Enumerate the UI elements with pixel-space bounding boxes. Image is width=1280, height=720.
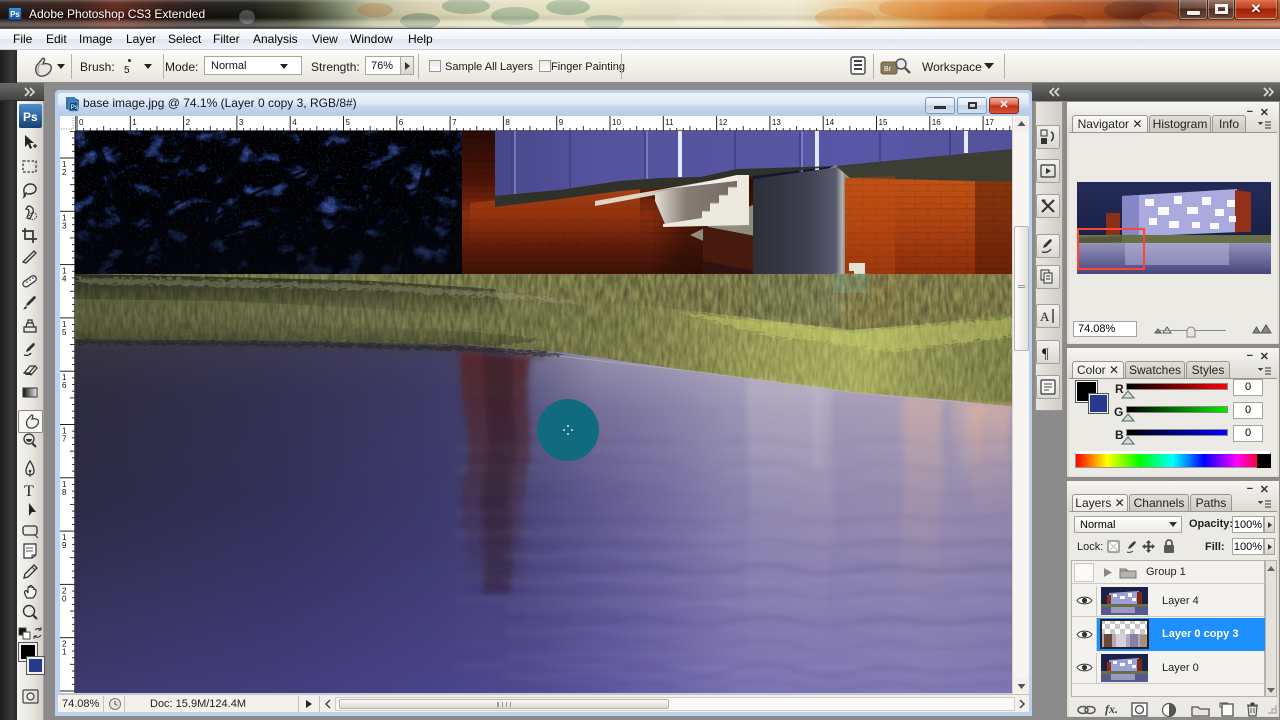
svg-text:4: 4: [62, 275, 67, 284]
svg-text:5: 5: [346, 118, 351, 127]
svg-text:5: 5: [62, 328, 67, 337]
svg-text:8: 8: [62, 488, 67, 497]
svg-text:15: 15: [879, 118, 888, 127]
svg-text:12: 12: [719, 118, 728, 127]
svg-text:A: A: [1040, 309, 1050, 324]
svg-text:8: 8: [505, 118, 510, 127]
svg-text:10: 10: [612, 118, 621, 127]
svg-text:7: 7: [452, 118, 457, 127]
svg-text:9: 9: [559, 118, 564, 127]
svg-text:¶: ¶: [1042, 346, 1049, 362]
svg-text:4: 4: [292, 118, 297, 127]
svg-text:3: 3: [239, 118, 244, 127]
svg-text:13: 13: [772, 118, 781, 127]
svg-text:9: 9: [62, 541, 67, 550]
svg-text:14: 14: [825, 118, 834, 127]
svg-text:6: 6: [62, 381, 67, 390]
svg-text:6: 6: [399, 118, 404, 127]
svg-text:1: 1: [132, 118, 137, 127]
svg-text:Ps: Ps: [23, 110, 38, 124]
svg-text:17: 17: [985, 118, 994, 127]
svg-text:16: 16: [932, 118, 941, 127]
svg-text:11: 11: [665, 118, 674, 127]
svg-text:Ps: Ps: [71, 104, 79, 111]
svg-text:0: 0: [62, 594, 67, 603]
svg-text:1: 1: [62, 648, 67, 657]
svg-text:3: 3: [62, 221, 67, 230]
svg-text:2: 2: [186, 118, 191, 127]
svg-text:T: T: [24, 483, 34, 500]
svg-text:2: 2: [62, 168, 67, 177]
svg-text:Br: Br: [884, 66, 892, 73]
svg-text:0: 0: [79, 118, 84, 127]
svg-text:7: 7: [62, 435, 67, 444]
